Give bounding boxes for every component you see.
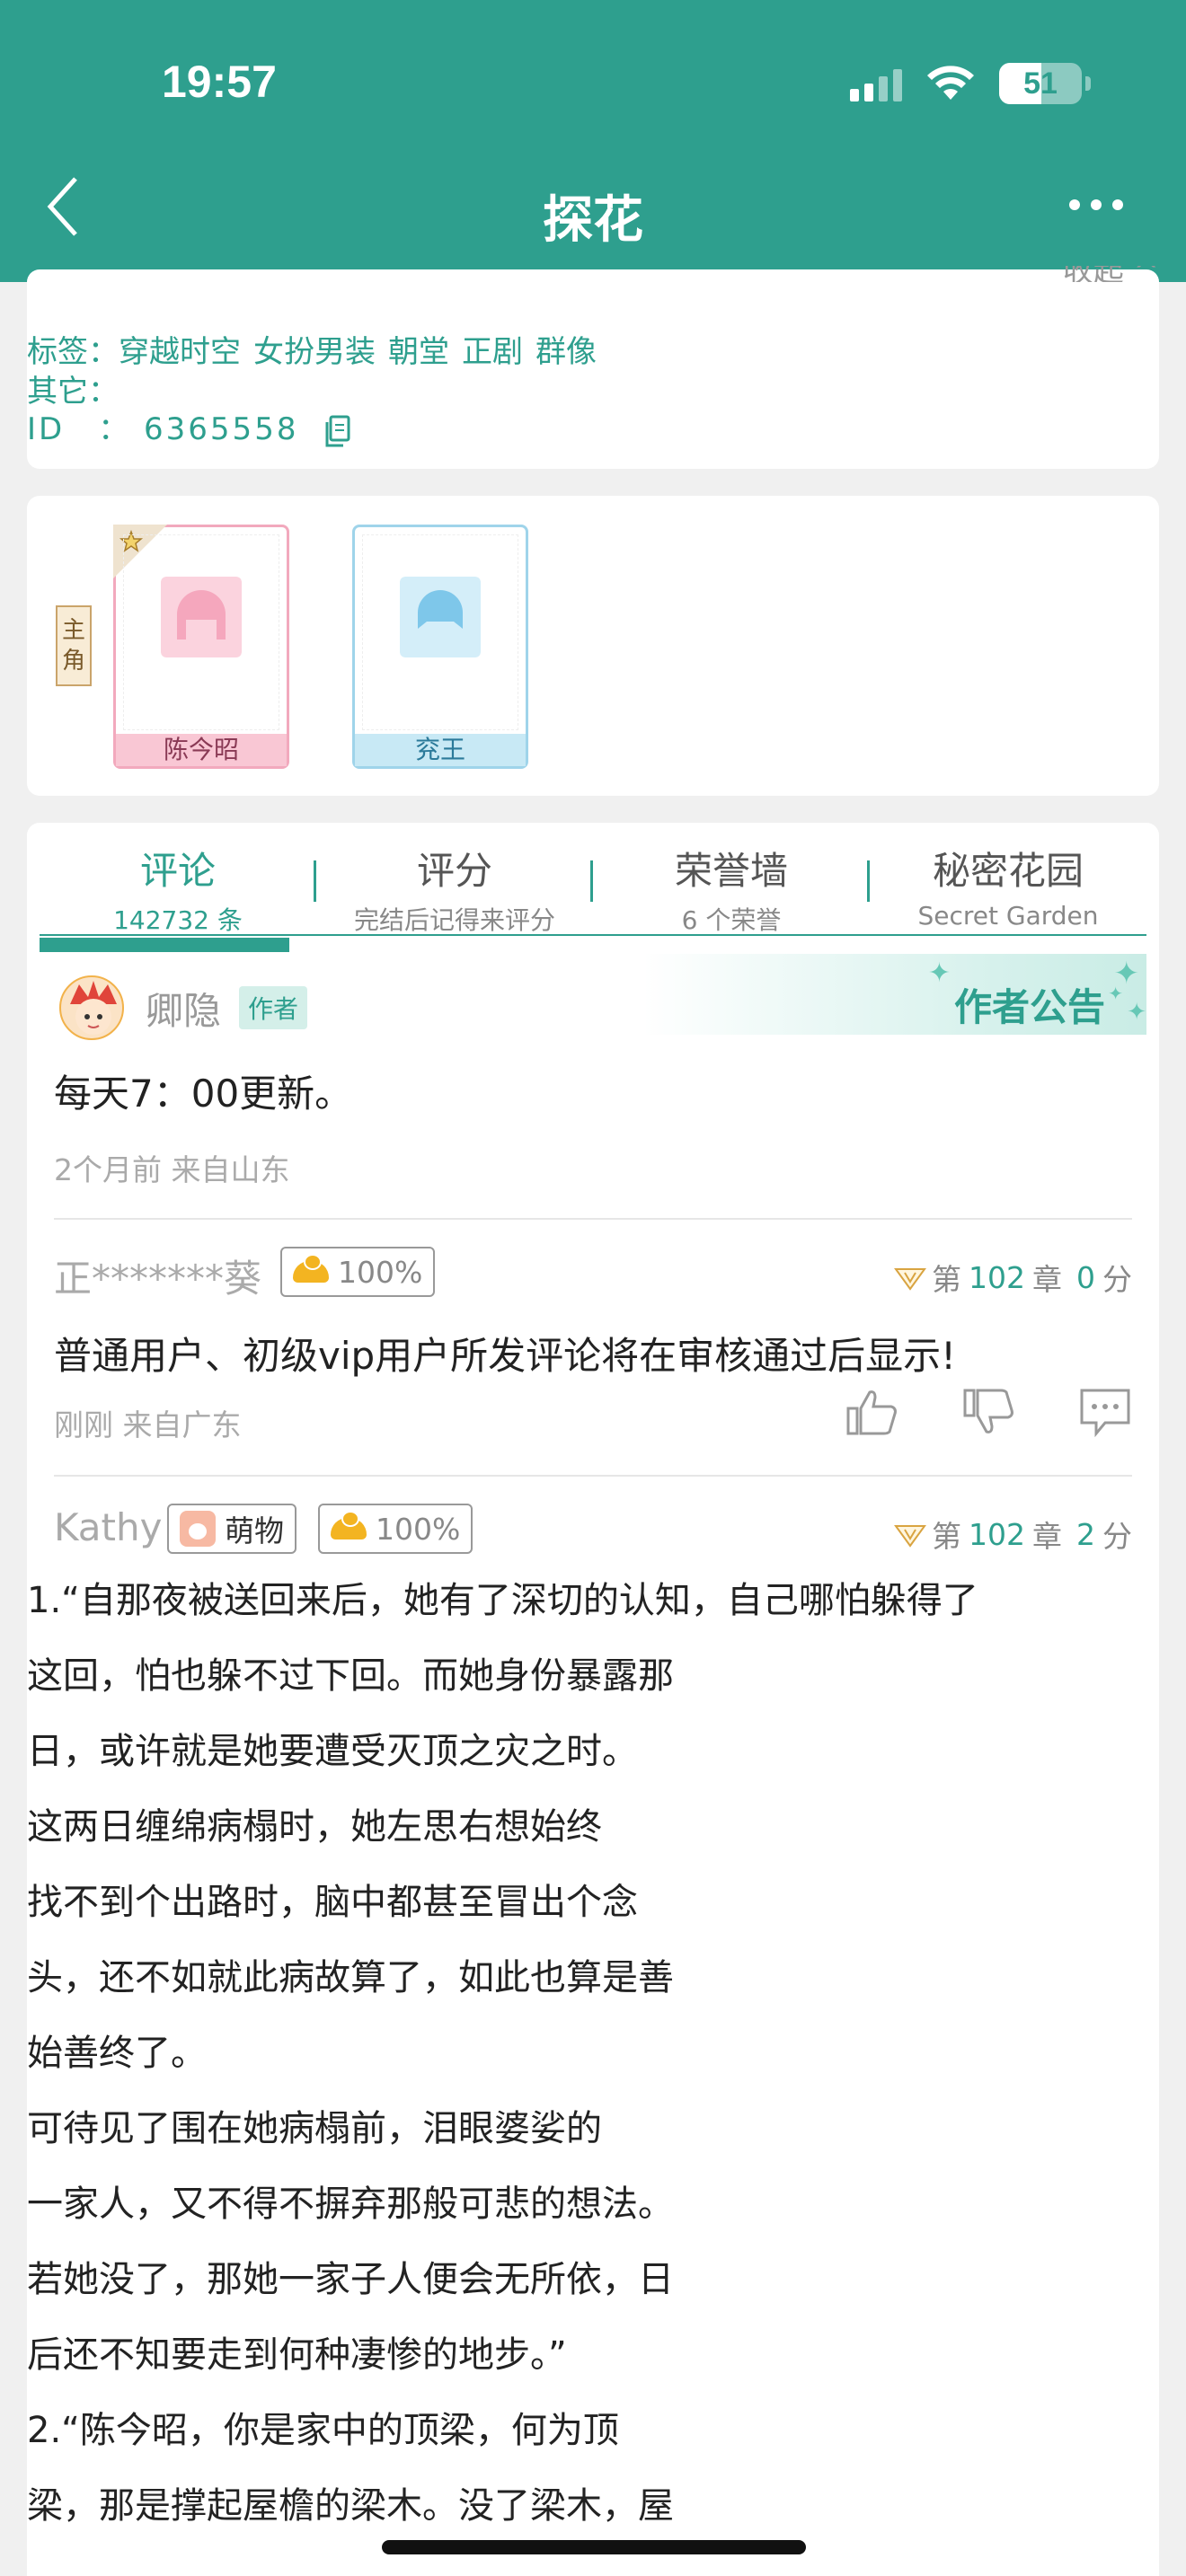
sparkle-icon: ✦ (1108, 983, 1123, 1004)
comment-line: 1.“自那夜被送回来后，她有了深切的认知，自己哪怕躲得了 (27, 1580, 978, 1621)
comment-line: 这两日缠绵病榻时，她左思右想始终 (27, 1806, 602, 1848)
tags-row: 标签：穿越时空 女扮男装 朝堂 正剧 群像 (27, 327, 609, 371)
comment-username[interactable]: Kathy (54, 1505, 162, 1549)
thumbs-down-icon[interactable] (961, 1387, 1015, 1437)
home-indicator[interactable] (382, 2540, 806, 2554)
status-icons: 51 (850, 63, 1091, 104)
page-title: 探花 (543, 191, 643, 250)
tags-label: 标签： (27, 334, 119, 370)
author-badge: 作者 (239, 986, 308, 1029)
notice-meta: 2个月前 来自山东 (54, 1152, 290, 1187)
role-card-yan-wang[interactable]: 兖王 (352, 525, 528, 769)
comment-line: 可待见了围在她病榻前，泪眼婆娑的 (27, 2108, 602, 2149)
wifi-icon (927, 66, 974, 100)
battery-level: 51 (1023, 66, 1058, 101)
comment-line: 找不到个出路时，脑中都甚至冒出个念 (27, 1882, 638, 1923)
comment-actions (845, 1387, 1132, 1437)
paw-icon (180, 1511, 216, 1547)
author-name[interactable]: 卿隐 (146, 981, 221, 1036)
comment-line: 2.“陈今昭，你是家中的顶梁，何为顶 (27, 2410, 619, 2451)
comment-username[interactable]: 正*******葵 (54, 1248, 261, 1303)
copy-icon[interactable] (323, 415, 350, 447)
divider (54, 1218, 1132, 1220)
comment-body: 普通用户、初级vip用户所发评论将在审核通过后显示! (54, 1334, 957, 1378)
vip-icon (894, 1525, 926, 1548)
vip-icon (894, 1268, 926, 1291)
chapter-score: 第 102 章 2 分 (894, 1513, 1132, 1556)
id-row: ID ： 6365558 (27, 404, 350, 448)
role-name: 兖王 (355, 734, 526, 766)
tab-bar: 评论 142732 条 评分 完结后记得来评分 荣誉墙 6 个荣誉 秘密花园 S… (40, 823, 1146, 941)
cute-badge-pill: 萌物 (167, 1504, 296, 1554)
author-avatar-icon (70, 981, 117, 1035)
cellular-signal-icon (850, 66, 902, 101)
tab-ratings[interactable]: 评分 完结后记得来评分 (316, 823, 593, 941)
comment-line: 梁，那是撑起屋檐的梁木。没了梁木，屋 (27, 2485, 674, 2527)
male-avatar-icon (400, 577, 481, 657)
sparkle-icon: ✦ (927, 957, 951, 989)
comment-line: 若她没了，那她一家子人便会无所依，日 (27, 2259, 674, 2300)
tab-secret-garden[interactable]: 秘密花园 Secret Garden (870, 823, 1146, 941)
protagonist-label: 主 角 (56, 605, 92, 686)
comment-line: 始善终了。 (27, 2033, 207, 2074)
comment-line: 一家人，又不得不摒弃那般可悲的想法。 (27, 2183, 674, 2225)
gold-ingot-pill: 100% (280, 1247, 436, 1297)
comment-line: 头，还不如就此病故算了，如此也算是善 (27, 1957, 674, 1998)
comment-line: 这回，怕也躲不过下回。而她身份暴露那 (27, 1655, 674, 1697)
id-label: ID ： (27, 411, 132, 447)
active-tab-indicator (40, 938, 289, 952)
chapter-score: 第 102 章 0 分 (894, 1256, 1132, 1299)
comment-line: 后还不知要走到何种凄惨的地步。” (27, 2334, 567, 2376)
tag-item[interactable]: 群像 (535, 334, 597, 370)
comment-long-body: 1.“自那夜被送回来后，她有了深切的认知，自己哪怕躲得了 这回，怕也躲不过下回。… (27, 1563, 1105, 2544)
more-options-button[interactable] (1069, 199, 1123, 210)
tag-item[interactable]: 朝堂 (388, 334, 449, 370)
divider (54, 1475, 1132, 1477)
roles-card: 主 角 陈今昭 兖王 (27, 496, 1159, 796)
gold-ingot-pill: 100% (318, 1504, 474, 1554)
role-card-chen-jinzhao[interactable]: 陈今昭 (113, 525, 289, 769)
female-avatar-icon (161, 577, 242, 657)
author-avatar[interactable] (59, 975, 124, 1040)
tag-item[interactable]: 女扮男装 (253, 334, 376, 370)
comment-meta: 刚刚 来自广东 (54, 1407, 242, 1442)
gold-ingot-icon (293, 1254, 329, 1283)
battery-icon: 51 (999, 63, 1091, 104)
comment-line: 日，或许就是她要遭受灭顶之灾之时。 (27, 1731, 638, 1772)
notice-body: 每天7：00更新。 (54, 1072, 353, 1116)
tag-item[interactable]: 穿越时空 (119, 334, 241, 370)
tab-honor-wall[interactable]: 荣誉墙 6 个荣誉 (593, 823, 870, 941)
id-value: 6365558 (144, 411, 299, 447)
gold-ingot-icon (331, 1511, 367, 1539)
tag-item[interactable]: 正剧 (462, 334, 523, 370)
tab-comments[interactable]: 评论 142732 条 (40, 823, 316, 941)
collapse-link[interactable]: 收起 ^ (1063, 266, 1159, 282)
author-row: 卿隐 作者 (59, 975, 308, 1040)
sparkle-icon: ✦ (1127, 999, 1146, 1026)
role-name: 陈今昭 (116, 734, 287, 766)
author-notice-label: 作者公告 (953, 985, 1105, 1029)
reply-comment-icon[interactable] (1078, 1387, 1132, 1437)
tab-underline (40, 934, 1146, 936)
thumbs-up-icon[interactable] (845, 1387, 898, 1437)
app-header: 19:57 51 探花 (0, 0, 1186, 282)
status-time: 19:57 (162, 57, 277, 107)
